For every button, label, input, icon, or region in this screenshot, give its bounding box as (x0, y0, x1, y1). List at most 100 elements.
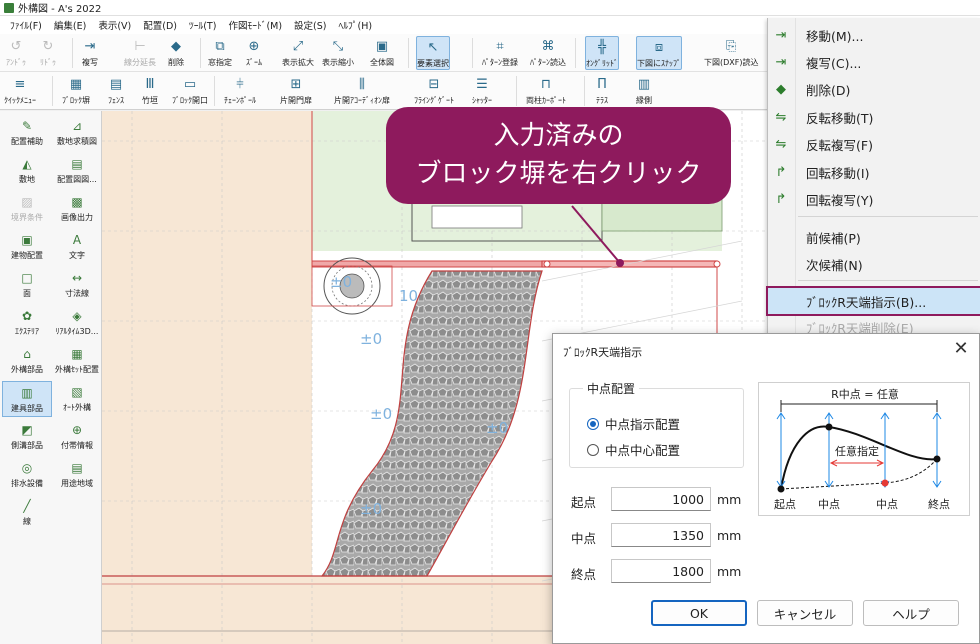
exterior-set-icon: ▦ (71, 347, 83, 361)
line-button[interactable]: ╱ 線 (2, 495, 52, 531)
image-output-button[interactable]: ▩ 画像出力 (52, 191, 102, 227)
on-grid-button[interactable]: ╬ ｵﾝｸﾞﾘｯﾄﾞ (585, 36, 619, 70)
ok-button[interactable]: OK (651, 600, 747, 626)
zoom-icon: ⊕ (248, 38, 260, 54)
tool-label: 下図(DXF)読込 (704, 58, 759, 67)
radio-midpoint-specified[interactable]: 中点指示配置 (587, 414, 680, 433)
eraser-icon: ◆ (776, 81, 786, 97)
title-bar: 外構図 - A's 2022 (0, 0, 980, 16)
mirror-move-icon: ⇋ (775, 109, 787, 125)
pointer-icon: ↖ (427, 39, 439, 55)
end-field[interactable]: 1800 (611, 559, 711, 583)
mid-field[interactable]: 1350 (611, 523, 711, 547)
exterior-parts-button[interactable]: ⌂ 外構部品 (2, 343, 52, 379)
dimension-button[interactable]: ↔ 寸法線 (52, 267, 102, 303)
tool-label: 画像出力 (61, 213, 93, 222)
building-place-button[interactable]: ▣ 建物配置 (2, 229, 52, 265)
window-select-button[interactable]: ⧉ 窓指定 (208, 36, 232, 70)
context-menu: ⇥ 移動(M)... ⇥ 複写(C)... ◆ 削除(D) ⇋ 反転移動(T) ⇋ 反転複写(F)… (766, 18, 980, 338)
site-area-button[interactable]: ⊿ 敷地求積図 (52, 115, 102, 151)
menu-item[interactable]: 編集(E) (48, 18, 92, 32)
pointer-button[interactable]: ↖ 要素選択 (416, 36, 450, 70)
realtime-3d-button[interactable]: ◈ ﾘｱﾙﾀｲﾑ3D... (52, 305, 102, 341)
undo-icon: ↺ (10, 38, 22, 54)
exterior-button[interactable]: ✿ ｴｸｽﾃﾘｱ (2, 305, 52, 341)
terrace-button[interactable]: Π ﾃﾗｽ (594, 74, 610, 108)
eraser-button[interactable]: ◆ 削除 (168, 36, 184, 70)
text-button[interactable]: A 文字 (52, 229, 102, 265)
zoom-in-icon: ⤢ (292, 38, 304, 54)
zoom-out-button[interactable]: ⤡ 表示縮小 (322, 36, 354, 70)
menu-item[interactable]: ﾌｧｲﾙ(F) (4, 18, 48, 32)
close-icon[interactable]: ✕ (949, 338, 973, 362)
shutter-button[interactable]: ☰ ｼｬｯﾀｰ (472, 74, 492, 108)
bamboo-fence-button[interactable]: Ⅲ 竹垣 (142, 74, 158, 108)
context-menu-item[interactable]: 前候補(P) (768, 224, 980, 250)
chain-pole-button[interactable]: ⫩ ﾁｪｰﾝﾎﾟｰﾙ (224, 74, 256, 108)
layout-drawing-button[interactable]: ▤ 配置図図... (52, 153, 102, 189)
level-label: ±0 (330, 273, 352, 291)
exterior-set-button[interactable]: ▦ 外構ｾｯﾄ配置 (52, 343, 102, 379)
menu-item[interactable]: 配置(D) (137, 18, 183, 32)
radio-dot[interactable] (587, 417, 599, 430)
context-menu-item[interactable]: ◆ 削除(D) (768, 76, 980, 102)
single-gate-button[interactable]: ⊞ 片開門扉 (280, 74, 312, 108)
flying-gate-button[interactable]: ⊟ ﾌﾗｲﾝｸﾞｹﾞｰﾄ (414, 74, 454, 108)
tool-label: ﾊﾟﾀｰﾝ読込 (530, 58, 566, 67)
tool-label: 両柱ｶｰﾎﾟｰﾄ (526, 96, 566, 105)
boundary-button[interactable]: ▨ 境界条件 (2, 191, 52, 227)
fit-all-button[interactable]: ▣ 全体図 (370, 36, 394, 70)
building-place-icon: ▣ (21, 233, 33, 247)
menu-item[interactable]: ﾂｰﾙ(T) (183, 18, 222, 32)
menu-item[interactable]: 設定(S) (288, 18, 332, 32)
accordion-gate-button[interactable]: ⫼ 片開ｱｺｰﾃﾞｨｵﾝ扉 (334, 74, 390, 108)
block-opening-button[interactable]: ▭ ﾌﾞﾛｯｸ開口 (172, 74, 208, 108)
zoning-button[interactable]: ▤ 用途地域 (52, 457, 102, 493)
menu-item[interactable]: 作図ﾓｰﾄﾞ(M) (222, 18, 288, 32)
context-menu-item[interactable]: ﾌﾞﾛｯｸR天端指示(B)... (766, 286, 980, 316)
r-curve-preview: R中点 = 任意 任意指定 起点 中点 中点 終点 (758, 382, 970, 516)
undo-button[interactable]: ↺ ｱﾝﾄﾞｩ (6, 36, 26, 70)
help-button[interactable]: ヘルプ (863, 600, 959, 626)
placement-assist-button[interactable]: ✎ 配置補助 (2, 115, 52, 151)
site-button[interactable]: ◭ 敷地 (2, 153, 52, 189)
carport-icon: ⊓ (540, 76, 552, 92)
face-button[interactable]: □ 面 (2, 267, 52, 303)
gutter-button[interactable]: ◩ 側溝部品 (2, 419, 52, 455)
tool-label: 表示縮小 (322, 58, 354, 67)
context-menu-item[interactable]: 次候補(N) (768, 251, 980, 277)
pattern-load-button[interactable]: ⌘ ﾊﾟﾀｰﾝ読込 (530, 36, 566, 70)
zoom-in-button[interactable]: ⤢ 表示拡大 (282, 36, 314, 70)
cancel-button[interactable]: キャンセル (757, 600, 853, 626)
radio-midpoint-center[interactable]: 中点中心配置 (587, 440, 680, 459)
radio-dot[interactable] (587, 443, 599, 456)
menu-item[interactable]: 表示(V) (92, 18, 137, 32)
dxf-load-button[interactable]: ⎘ 下図(DXF)読込 (704, 36, 758, 70)
menu-item[interactable]: ﾍﾙﾌﾟ(H) (333, 18, 379, 32)
context-menu-item[interactable]: ↱ 回転複写(Y) (768, 186, 980, 212)
drainage-button[interactable]: ◎ 排水設備 (2, 457, 52, 493)
context-menu-item[interactable]: ⇥ 移動(M)... (768, 22, 980, 48)
context-menu-item[interactable]: ⇋ 反転複写(F) (768, 131, 980, 157)
veranda-button[interactable]: ▥ 縁側 (636, 74, 652, 108)
redo-button[interactable]: ↻ ﾘﾄﾞｩ (40, 36, 56, 70)
carport-button[interactable]: ⊓ 両柱ｶｰﾎﾟｰﾄ (526, 74, 566, 108)
snap-button[interactable]: ⧈ 下図にｽﾅｯﾌﾟ (636, 36, 682, 70)
end-unit: mm (717, 564, 742, 579)
single-gate-icon: ⊞ (290, 76, 302, 92)
context-menu-item[interactable]: ⇥ 複写(C)... (768, 49, 980, 75)
context-menu-item[interactable]: ↱ 回転移動(I) (768, 159, 980, 185)
zoom-button[interactable]: ⊕ ｽﾞｰﾑ (246, 36, 262, 70)
block-wall-button[interactable]: ▦ ﾌﾞﾛｯｸ塀 (62, 74, 90, 108)
auto-exterior-button[interactable]: ▧ ｵｰﾄ外構 (52, 381, 102, 417)
pattern-register-button[interactable]: ⌗ ﾊﾟﾀｰﾝ登録 (482, 36, 518, 70)
fence-button[interactable]: ▤ ﾌｪﾝｽ (108, 74, 124, 108)
extend-line-icon: ⊢ (134, 38, 146, 54)
extend-line-button[interactable]: ⊢ 線分延長 (124, 36, 156, 70)
fittings-button[interactable]: ▥ 建具部品 (2, 381, 52, 417)
copy-button[interactable]: ⇥ 複写 (82, 36, 98, 70)
start-field[interactable]: 1000 (611, 487, 711, 511)
context-menu-item[interactable]: ⇋ 反転移動(T) (768, 104, 980, 130)
quick-menu-button[interactable]: ≡ ｸｲｯｸﾒﾆｭｰ (4, 74, 36, 108)
info-button[interactable]: ⊕ 付帯情報 (52, 419, 102, 455)
